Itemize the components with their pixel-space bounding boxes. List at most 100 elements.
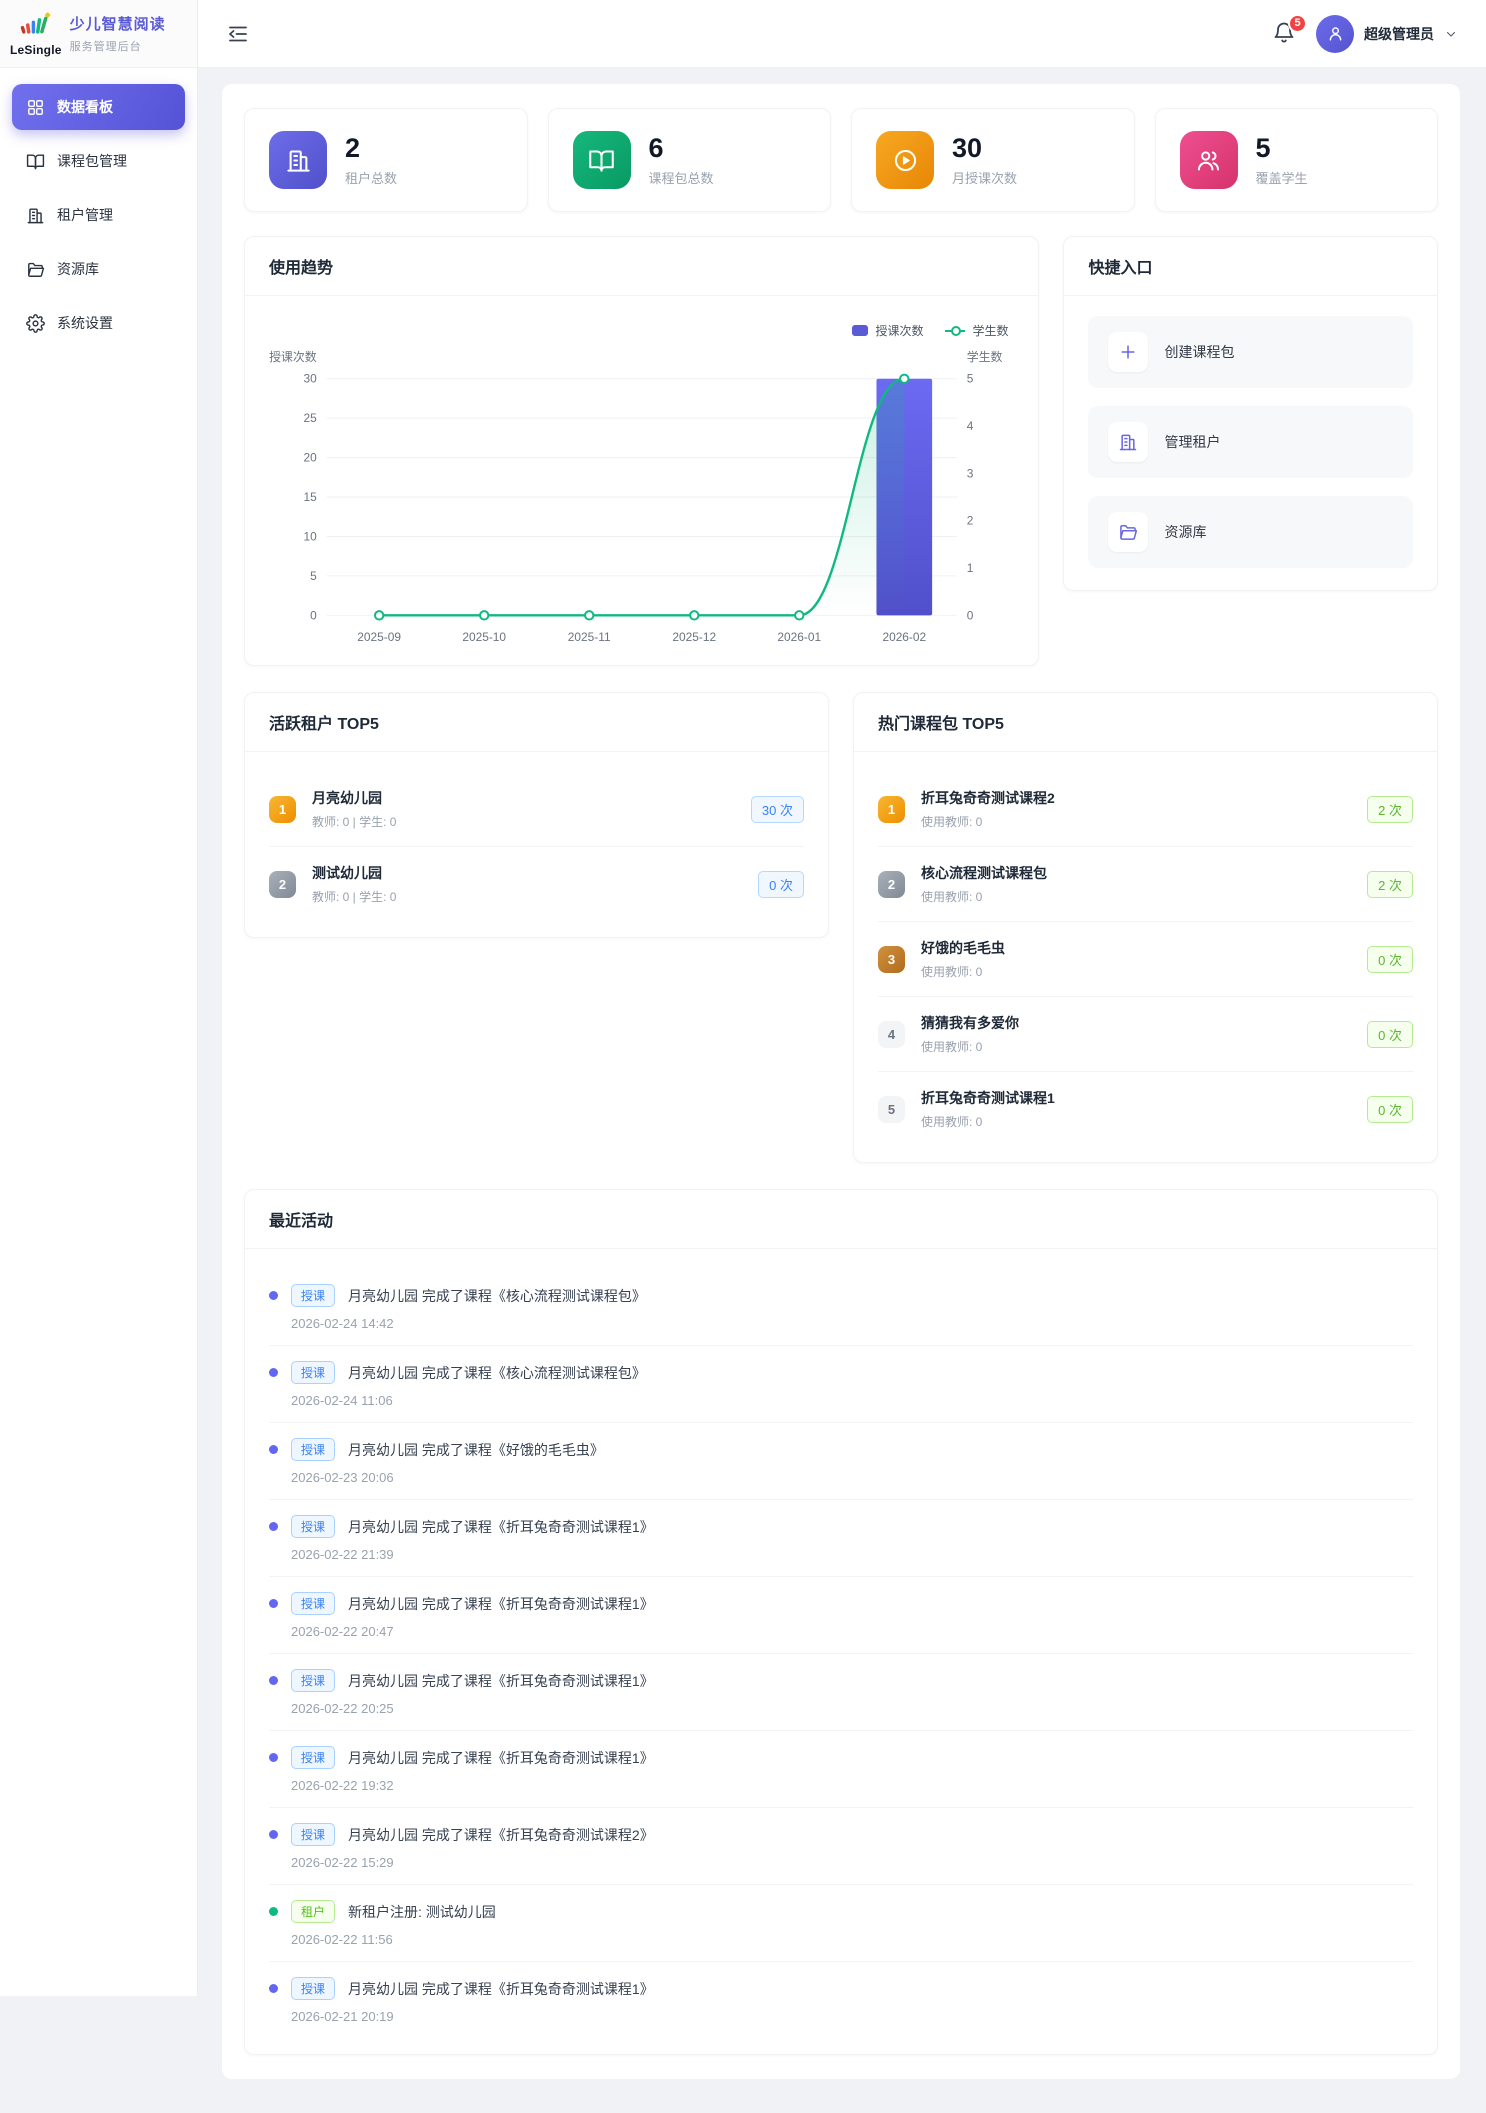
quick-actions-title: 快捷入口 (1088, 260, 1152, 277)
usage-count-badge: 2 次 (1367, 871, 1413, 898)
stat-card: 6课程包总数 (548, 108, 832, 212)
top-list-item: 5折耳兔奇奇测试课程1使用教师: 00 次 (878, 1072, 1413, 1146)
rank-badge: 1 (878, 796, 905, 823)
logo-text: LeSingle (10, 44, 62, 56)
quick-action-building[interactable]: 管理租户 (1088, 406, 1413, 478)
sidebar-item-dashboard[interactable]: 数据看板 (12, 84, 185, 130)
activity-item: 授课月亮幼儿园 完成了课程《折耳兔奇奇测试课程2》2026-02-22 15:2… (269, 1808, 1413, 1885)
legend-item[interactable]: 授课次数 (852, 322, 923, 339)
activity-item: 授课月亮幼儿园 完成了课程《核心流程测试课程包》2026-02-24 14:42 (269, 1269, 1413, 1346)
svg-text:3: 3 (967, 466, 974, 480)
usage-count-badge: 0 次 (1367, 946, 1413, 973)
top-list-item: 1折耳兔奇奇测试课程2使用教师: 02 次 (878, 772, 1413, 847)
active-tenants-list: 1月亮幼儿园教师: 0 | 学生: 030 次2测试幼儿园教师: 0 | 学生:… (245, 752, 828, 937)
activity-item: 租户新租户注册: 测试幼儿园2026-02-22 11:56 (269, 1885, 1413, 1962)
activity-dot (269, 1907, 278, 1916)
usage-trend-card: 使用趋势 授课次数学生数 051015202530012345授课次数学生数20… (244, 236, 1039, 666)
stat-card: 2租户总数 (244, 108, 528, 212)
notifications-button[interactable]: 5 (1272, 21, 1298, 47)
item-name: 核心流程测试课程包 (921, 863, 1351, 883)
quick-action-plus[interactable]: 创建课程包 (1088, 316, 1413, 388)
activity-text: 月亮幼儿园 完成了课程《折耳兔奇奇测试课程1》 (348, 1594, 654, 1614)
sidebar-item-label: 租户管理 (57, 205, 113, 225)
item-meta: 教师: 0 | 学生: 0 (312, 888, 742, 905)
user-name: 超级管理员 (1364, 24, 1434, 44)
sidebar-item-settings[interactable]: 系统设置 (12, 300, 185, 346)
building-icon (26, 206, 45, 225)
activity-type-badge: 授课 (291, 1515, 335, 1538)
svg-text:2025-10: 2025-10 (462, 630, 506, 644)
building-icon (1108, 422, 1148, 462)
top-list-item: 4猜猜我有多爱你使用教师: 00 次 (878, 997, 1413, 1072)
activity-text: 月亮幼儿园 完成了课程《核心流程测试课程包》 (348, 1363, 646, 1383)
activity-dot (269, 1676, 278, 1685)
stat-card: 5覆盖学生 (1155, 108, 1439, 212)
top-header: 5 超级管理员 (198, 0, 1486, 68)
legend-bar-swatch (852, 325, 868, 336)
sidebar-item-course-packages[interactable]: 课程包管理 (12, 138, 185, 184)
svg-text:2026-01: 2026-01 (777, 630, 821, 644)
activity-time: 2026-02-23 20:06 (291, 1470, 1413, 1485)
sidebar-item-label: 资源库 (57, 259, 99, 279)
activity-item: 授课月亮幼儿园 完成了课程《折耳兔奇奇测试课程1》2026-02-22 20:4… (269, 1577, 1413, 1654)
stat-value: 2 (345, 133, 397, 164)
usage-count-badge: 30 次 (751, 796, 804, 823)
sidebar-collapse-button[interactable] (226, 22, 250, 46)
activity-item: 授课月亮幼儿园 完成了课程《折耳兔奇奇测试课程1》2026-02-22 20:2… (269, 1654, 1413, 1731)
activity-type-badge: 授课 (291, 1823, 335, 1846)
sidebar-item-tenants[interactable]: 租户管理 (12, 192, 185, 238)
top-list-item: 3好饿的毛毛虫使用教师: 00 次 (878, 922, 1413, 997)
activity-item: 授课月亮幼儿园 完成了课程《折耳兔奇奇测试课程1》2026-02-22 21:3… (269, 1500, 1413, 1577)
activity-dot (269, 1830, 278, 1839)
hot-packages-list: 1折耳兔奇奇测试课程2使用教师: 02 次2核心流程测试课程包使用教师: 02 … (854, 752, 1437, 1162)
top-list-item: 1月亮幼儿园教师: 0 | 学生: 030 次 (269, 772, 804, 847)
svg-text:2025-09: 2025-09 (357, 630, 401, 644)
activity-time: 2026-02-22 19:32 (291, 1778, 1413, 1793)
active-tenants-title: 活跃租户 TOP5 (269, 716, 379, 733)
svg-text:学生数: 学生数 (967, 350, 1003, 364)
item-name: 折耳兔奇奇测试课程1 (921, 1088, 1351, 1108)
activity-time: 2026-02-24 14:42 (291, 1316, 1413, 1331)
active-tenants-card: 活跃租户 TOP5 1月亮幼儿园教师: 0 | 学生: 030 次2测试幼儿园教… (244, 692, 829, 938)
activity-time: 2026-02-22 11:56 (291, 1932, 1413, 1947)
svg-text:2: 2 (967, 514, 974, 528)
sidebar-item-label: 系统设置 (57, 313, 113, 333)
activity-text: 月亮幼儿园 完成了课程《好饿的毛毛虫》 (348, 1440, 604, 1460)
stat-value: 30 (952, 133, 1017, 164)
folder-icon (26, 260, 45, 279)
recent-activity-title: 最近活动 (269, 1213, 333, 1230)
stat-label: 课程包总数 (649, 168, 714, 187)
plus-icon (1108, 332, 1148, 372)
hot-packages-title: 热门课程包 TOP5 (878, 716, 1004, 733)
svg-text:10: 10 (303, 529, 317, 543)
activity-type-badge: 租户 (291, 1900, 335, 1923)
dashboard-icon (26, 98, 45, 117)
top-list-item: 2测试幼儿园教师: 0 | 学生: 00 次 (269, 847, 804, 921)
rank-badge: 2 (878, 871, 905, 898)
rank-badge: 5 (878, 1096, 905, 1123)
activity-time: 2026-02-22 20:25 (291, 1701, 1413, 1716)
svg-text:15: 15 (303, 490, 317, 504)
logo-icon (18, 12, 54, 42)
svg-text:5: 5 (310, 569, 317, 583)
stat-label: 月授课次数 (952, 168, 1017, 187)
sidebar-item-label: 课程包管理 (57, 151, 127, 171)
svg-text:25: 25 (303, 411, 317, 425)
stat-cards-row: 2租户总数6课程包总数 30 月授课次数 5覆盖学生 (244, 108, 1438, 212)
item-name: 月亮幼儿园 (312, 788, 735, 808)
legend-label: 授课次数 (875, 322, 923, 339)
svg-text:授课次数: 授课次数 (269, 350, 317, 364)
item-name: 好饿的毛毛虫 (921, 938, 1351, 958)
legend-item[interactable]: 学生数 (945, 322, 1008, 339)
activity-time: 2026-02-21 20:19 (291, 2009, 1413, 2024)
activity-text: 月亮幼儿园 完成了课程《折耳兔奇奇测试课程1》 (348, 1748, 654, 1768)
quick-action-label: 管理租户 (1164, 432, 1220, 452)
user-menu[interactable]: 超级管理员 (1316, 15, 1458, 53)
quick-action-folder[interactable]: 资源库 (1088, 496, 1413, 568)
activity-dot (269, 1445, 278, 1454)
sidebar: LeSingle 少儿智慧阅读 服务管理后台 数据看板课程包管理租户管理资源库系… (0, 0, 198, 1996)
usage-count-badge: 0 次 (1367, 1096, 1413, 1123)
legend-label: 学生数 (972, 322, 1008, 339)
sidebar-item-resources[interactable]: 资源库 (12, 246, 185, 292)
svg-text:2026-02: 2026-02 (882, 630, 926, 644)
